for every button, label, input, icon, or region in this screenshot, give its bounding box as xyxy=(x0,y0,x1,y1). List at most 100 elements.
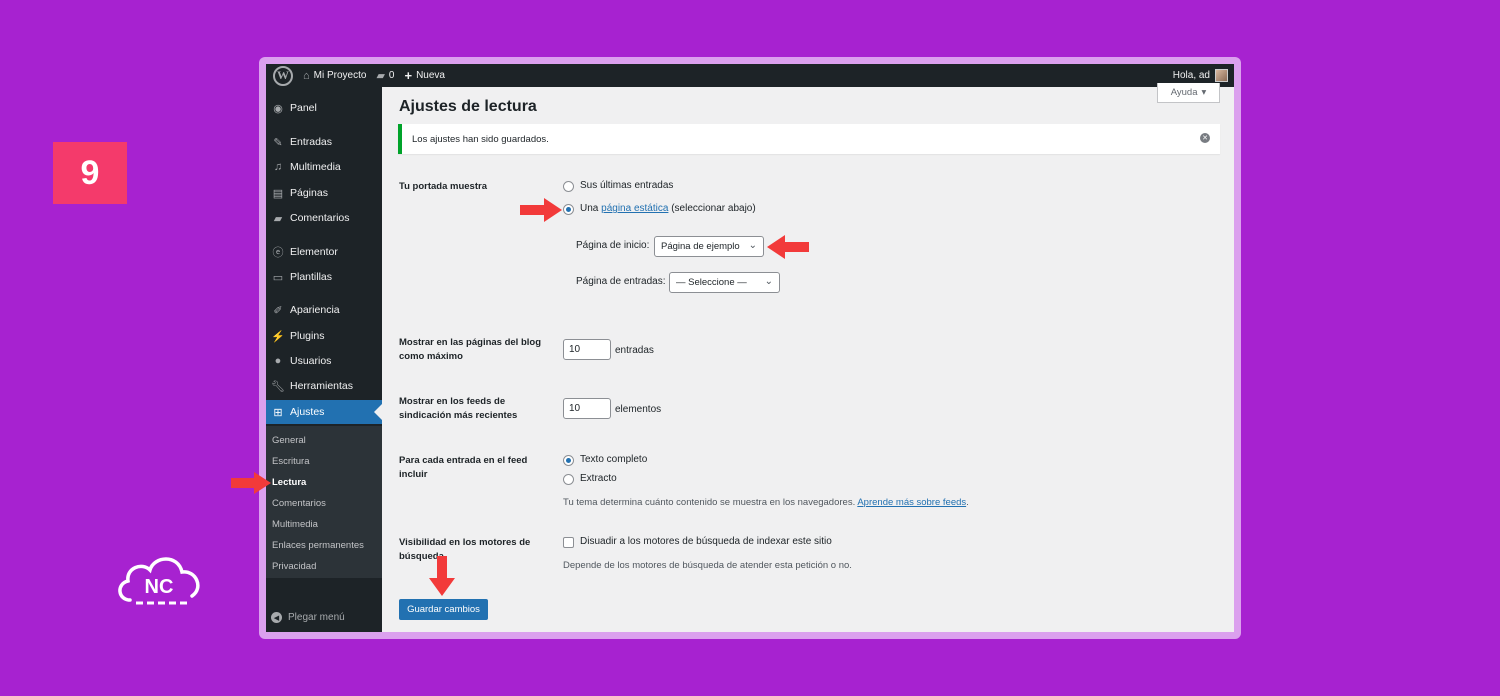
wp-admin-screen: W ⌂ Mi Proyecto ▰ 0 + Nueva Hola, ad ◉ Pa… xyxy=(266,64,1234,632)
wordpress-icon: W xyxy=(273,65,293,86)
admin-sidebar: ◉ Panel ✎ Entradas ♫ Multimedia ▤ Páginas ▰ C… xyxy=(266,87,382,632)
greeting-text: Hola, ad xyxy=(1172,70,1210,81)
sidebar-item-label: Panel xyxy=(290,102,317,114)
plus-icon: + xyxy=(404,68,413,83)
radio-static-page[interactable] xyxy=(563,204,574,215)
success-notice: Los ajustes han sido guardados. ✕ xyxy=(398,124,1220,154)
visibility-description: Depende de los motores de búsqueda de at… xyxy=(563,560,852,571)
posts-page-value: — Seleccione — xyxy=(676,277,747,288)
submenu-enlaces-permanentes[interactable]: Enlaces permanentes xyxy=(272,540,364,551)
homepage-value: Página de ejemplo xyxy=(661,241,740,252)
sidebar-item-paginas[interactable]: ▤ Páginas xyxy=(266,181,382,205)
discourage-search-label: Disuadir a los motores de búsqueda de in… xyxy=(580,536,832,547)
nc-cloud-logo: NC xyxy=(112,548,206,612)
wrench-icon: 🔧︎ xyxy=(271,380,285,393)
submenu-escritura[interactable]: Escritura xyxy=(272,456,309,467)
sidebar-item-herramientas[interactable]: 🔧︎ Herramientas xyxy=(266,374,382,398)
sidebar-item-panel[interactable]: ◉ Panel xyxy=(266,96,382,120)
arrow-right-icon xyxy=(520,198,562,222)
admin-bar: W ⌂ Mi Proyecto ▰ 0 + Nueva Hola, ad xyxy=(266,64,1234,87)
sidebar-item-label: Elementor xyxy=(290,246,338,258)
chevron-down-icon: ⌄ xyxy=(764,276,773,287)
folder-icon: ▭ xyxy=(272,271,284,284)
sidebar-item-elementor[interactable]: ⓔ Elementor xyxy=(266,240,382,264)
posts-per-page-unit: entradas xyxy=(615,345,654,356)
static-suffix: (seleccionar abajo) xyxy=(671,203,756,214)
visibility-label: Visibilidad en los motores de búsqueda xyxy=(399,537,531,562)
account-menu[interactable]: Hola, ad xyxy=(1173,69,1234,82)
collapse-arrow-icon: ◀ xyxy=(271,612,282,623)
latest-posts-label: Sus últimas entradas xyxy=(580,180,674,191)
feed-description: Tu tema determina cuánto contenido se mu… xyxy=(563,497,969,508)
discourage-search-checkbox[interactable] xyxy=(563,537,574,548)
sidebar-item-usuarios[interactable]: ● Usuarios xyxy=(266,349,382,373)
radio-latest-posts[interactable] xyxy=(563,181,574,192)
blog-pages-label: Mostrar en las páginas del blog como máx… xyxy=(399,337,542,362)
homepage-label: Página de inicio: xyxy=(576,240,650,251)
sidebar-item-comentarios[interactable]: ▰ Comentarios xyxy=(266,206,382,230)
learn-feeds-link[interactable]: Aprende más sobre feeds xyxy=(857,497,966,508)
submenu-comentarios[interactable]: Comentarios xyxy=(272,498,326,509)
front-page-label: Tu portada muestra xyxy=(399,181,487,192)
plugin-icon: ⚡ xyxy=(271,330,285,343)
sidebar-item-plantillas[interactable]: ▭ Plantillas xyxy=(266,265,382,289)
submenu-general[interactable]: General xyxy=(272,435,306,446)
sidebar-item-label: Entradas xyxy=(290,136,333,148)
static-prefix: Una xyxy=(580,203,599,214)
feeds-label: Mostrar en los feeds de sindicación más … xyxy=(399,396,518,421)
submenu-lectura[interactable]: Lectura xyxy=(272,477,306,488)
pin-icon: ✎ xyxy=(273,136,283,149)
homepage-select[interactable]: Página de ejemplo ⌄ xyxy=(654,236,764,257)
dashboard-icon: ◉ xyxy=(273,102,283,115)
static-page-link[interactable]: página estática xyxy=(601,203,668,214)
help-tab-button[interactable]: Ayuda ▾ xyxy=(1157,83,1220,103)
collapse-menu-button[interactable]: ◀ Plegar menú xyxy=(271,612,345,623)
new-content-link[interactable]: + Nueva xyxy=(399,64,450,87)
comments-link[interactable]: ▰ 0 xyxy=(371,64,399,87)
full-text-label: Texto completo xyxy=(580,454,648,465)
sidebar-item-label: Comentarios xyxy=(290,212,350,224)
comments-count: 0 xyxy=(388,70,395,81)
feed-items-input[interactable]: 10 xyxy=(563,398,611,419)
submenu-privacidad[interactable]: Privacidad xyxy=(272,561,316,572)
settings-icon: ⊞ xyxy=(273,406,283,419)
comments-icon: ▰ xyxy=(273,212,283,225)
posts-per-page-input[interactable]: 10 xyxy=(563,339,611,360)
caret-down-icon: ▾ xyxy=(1201,87,1207,98)
pages-icon: ▤ xyxy=(272,187,284,200)
media-icon: ♫ xyxy=(273,161,283,173)
sidebar-item-entradas[interactable]: ✎ Entradas xyxy=(266,130,382,154)
posts-page-label: Página de entradas: xyxy=(576,276,666,287)
arrow-left-icon xyxy=(767,235,809,259)
sidebar-item-label: Páginas xyxy=(290,187,328,199)
site-name: Mi Proyecto xyxy=(313,70,367,81)
excerpt-label: Extracto xyxy=(580,473,617,484)
feed-description-text: Tu tema determina cuánto contenido se mu… xyxy=(563,497,856,508)
save-changes-button[interactable]: Guardar cambios xyxy=(399,599,488,620)
step-number-badge: 9 xyxy=(53,142,127,204)
page-title: Ajustes de lectura xyxy=(399,98,537,115)
radio-full-text[interactable] xyxy=(563,455,574,466)
elementor-icon: ⓔ xyxy=(272,247,284,259)
main-content: Ayuda ▾ Ajustes de lectura Los ajustes h… xyxy=(382,83,1234,632)
arrow-right-icon xyxy=(231,472,271,494)
logo-text: NC xyxy=(145,576,174,598)
radio-excerpt[interactable] xyxy=(563,474,574,485)
avatar xyxy=(1215,69,1228,82)
sidebar-item-ajustes[interactable]: ⊞ Ajustes xyxy=(266,400,382,424)
home-icon: ⌂ xyxy=(303,69,310,82)
sidebar-item-apariencia[interactable]: ✐ Apariencia xyxy=(266,298,382,322)
ajustes-submenu: General Escritura Lectura Comentarios Mu… xyxy=(266,426,382,578)
feed-content-label: Para cada entrada en el feed incluir xyxy=(399,455,528,480)
help-label: Ayuda xyxy=(1170,87,1198,98)
sidebar-item-plugins[interactable]: ⚡ Plugins xyxy=(266,324,382,348)
sidebar-item-label: Plantillas xyxy=(290,271,333,283)
dismiss-icon[interactable]: ✕ xyxy=(1200,133,1210,143)
posts-page-select[interactable]: — Seleccione — ⌄ xyxy=(669,272,780,293)
sidebar-item-multimedia[interactable]: ♫ Multimedia xyxy=(266,155,382,179)
site-name-link[interactable]: ⌂ Mi Proyecto xyxy=(298,64,371,87)
sidebar-item-label: Apariencia xyxy=(290,304,340,316)
submenu-multimedia[interactable]: Multimedia xyxy=(272,519,318,530)
collapse-label: Plegar menú xyxy=(288,612,345,623)
wordpress-logo[interactable]: W xyxy=(266,64,298,87)
